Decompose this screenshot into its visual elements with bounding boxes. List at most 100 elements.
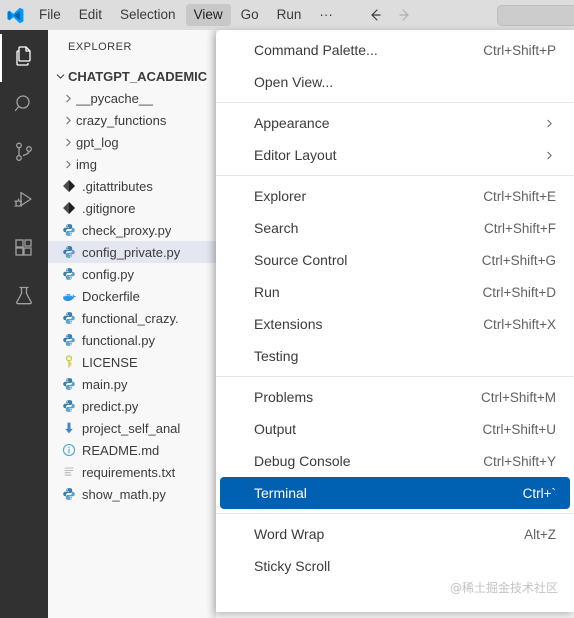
menu-bar-item-file[interactable]: File [31,4,69,26]
chevron-right-icon[interactable] [60,87,76,109]
menu-item-search[interactable]: Search Ctrl+Shift+F [220,212,570,244]
menu-item-shortcut: Alt+Z [524,526,556,542]
activity-item-extensions[interactable] [0,226,48,274]
git-file-icon [60,175,78,197]
python-file-icon [60,329,78,351]
python-file-icon [60,373,78,395]
activity-item-source-control[interactable] [0,130,48,178]
activity-item-search[interactable] [0,82,48,130]
menu-item-debug-console[interactable]: Debug Console Ctrl+Shift+Y [220,445,570,477]
arrow-right-icon[interactable] [394,4,416,26]
tree-row-file-gitattributes[interactable]: .gitattributes [48,175,216,197]
tree-row-file-requirements[interactable]: requirements.txt [48,461,216,483]
chevron-right-icon[interactable] [60,153,76,175]
activity-item-explorer[interactable] [0,34,48,82]
menu-item-label: Debug Console [254,453,351,469]
git-file-icon [60,197,78,219]
menu-item-label: Appearance [254,115,330,131]
menu-item-run[interactable]: Run Ctrl+Shift+D [220,276,570,308]
tree-row-label: config.py [82,266,135,282]
search-input[interactable] [497,5,574,26]
menu-item-label: Search [254,220,299,236]
python-file-icon [60,395,78,417]
menu-item-source-control[interactable]: Source Control Ctrl+Shift+G [220,244,570,276]
menu-bar-item-selection[interactable]: Selection [112,4,184,26]
chevron-down-icon[interactable] [52,65,68,87]
menu-item-output[interactable]: Output Ctrl+Shift+U [220,413,570,445]
tree-row-label: gpt_log [76,134,119,150]
menu-item-shortcut: Ctrl+` [522,485,556,501]
tree-row-label: __pycache__ [76,90,154,106]
menu-bar-item-view[interactable]: View [185,4,231,26]
chevron-right-icon[interactable] [60,109,76,131]
info-file-icon [60,439,78,461]
tree-row-label: LICENSE [82,354,138,370]
menu-item-shortcut: Ctrl+Shift+F [483,220,556,236]
tree-row-file-predict[interactable]: predict.py [48,395,216,417]
title-bar: File Edit Selection View Go Run ··· [0,0,574,30]
tree-row-file-project-self-anal[interactable]: project_self_anal [48,417,216,439]
menu-bar-item-edit[interactable]: Edit [71,4,110,26]
chevron-right-icon [543,117,556,130]
tree-row-file-check-proxy[interactable]: check_proxy.py [48,219,216,241]
tree-row-file-config-private[interactable]: config_private.py [48,241,216,263]
menu-item-word-wrap[interactable]: Word Wrap Alt+Z [220,518,570,550]
run-debug-icon [12,188,36,217]
text-file-icon [60,461,78,483]
menu-item-shortcut: Ctrl+Shift+U [482,421,556,437]
key-file-icon [60,351,78,373]
tree-row-label: requirements.txt [82,464,176,480]
tree-row-file-license[interactable]: LICENSE [48,351,216,373]
menu-bar-item-more[interactable]: ··· [311,4,341,26]
python-file-icon [60,263,78,285]
menu-item-editor-layout[interactable]: Editor Layout [220,139,570,171]
menu-item-label: Explorer [254,188,307,204]
tree-row-file-dockerfile[interactable]: Dockerfile [48,285,216,307]
activity-item-testing[interactable] [0,274,48,322]
tree-row-label: predict.py [82,398,139,414]
download-file-icon [60,417,78,439]
menu-bar-item-run[interactable]: Run [269,4,310,26]
menu-item-terminal[interactable]: Terminal Ctrl+` [220,477,570,509]
menu-item-command-palette[interactable]: Command Palette... Ctrl+Shift+P [220,34,570,66]
menu-item-open-view[interactable]: Open View... [220,66,570,98]
tree-row-folder-pycache[interactable]: __pycache__ [48,87,216,109]
activity-item-run-and-debug[interactable] [0,178,48,226]
menu-item-sticky-scroll[interactable]: Sticky Scroll [220,550,570,582]
menu-separator [216,513,574,514]
python-file-icon [60,241,78,263]
tree-row-file-config[interactable]: config.py [48,263,216,285]
tree-row-folder-img[interactable]: img [48,153,216,175]
tree-row-label: project_self_anal [82,420,181,436]
arrow-left-icon[interactable] [364,4,386,26]
tree-row-label: functional.py [82,332,155,348]
vscode-logo-icon [0,0,30,30]
menu-item-problems[interactable]: Problems Ctrl+Shift+M [220,381,570,413]
tree-row-folder-crazy-functions[interactable]: crazy_functions [48,109,216,131]
tree-row-label: crazy_functions [76,112,167,128]
tree-row-file-readme[interactable]: README.md [48,439,216,461]
tree-row-file-main[interactable]: main.py [48,373,216,395]
menu-bar-item-go[interactable]: Go [233,4,267,26]
tree-row-label: main.py [82,376,128,392]
menu-item-extensions[interactable]: Extensions Ctrl+Shift+X [220,308,570,340]
menu-item-testing[interactable]: Testing [220,340,570,372]
beaker-icon [12,284,36,313]
tree-row-folder-gpt-log[interactable]: gpt_log [48,131,216,153]
tree-row-file-show-math[interactable]: show_math.py [48,483,216,505]
menu-item-label: Word Wrap [254,526,325,542]
tree-row-file-functional-crazy[interactable]: functional_crazy. [48,307,216,329]
menu-item-explorer[interactable]: Explorer Ctrl+Shift+E [220,180,570,212]
search-icon [12,92,36,121]
menu-item-appearance[interactable]: Appearance [220,107,570,139]
tree-row-label: check_proxy.py [82,222,172,238]
navigation-arrows [364,4,416,26]
sidebar-explorer: EXPLORER CHATGPT_ACADEMIC __pycache__ cr… [48,30,216,618]
tree-row-label: functional_crazy. [82,310,179,326]
menu-item-label: Editor Layout [254,147,337,163]
tree-row-file-functional[interactable]: functional.py [48,329,216,351]
workspace-root-row[interactable]: CHATGPT_ACADEMIC [48,65,216,87]
tree-row-file-gitignore[interactable]: .gitignore [48,197,216,219]
chevron-right-icon[interactable] [60,131,76,153]
menu-item-label: Problems [254,389,314,405]
